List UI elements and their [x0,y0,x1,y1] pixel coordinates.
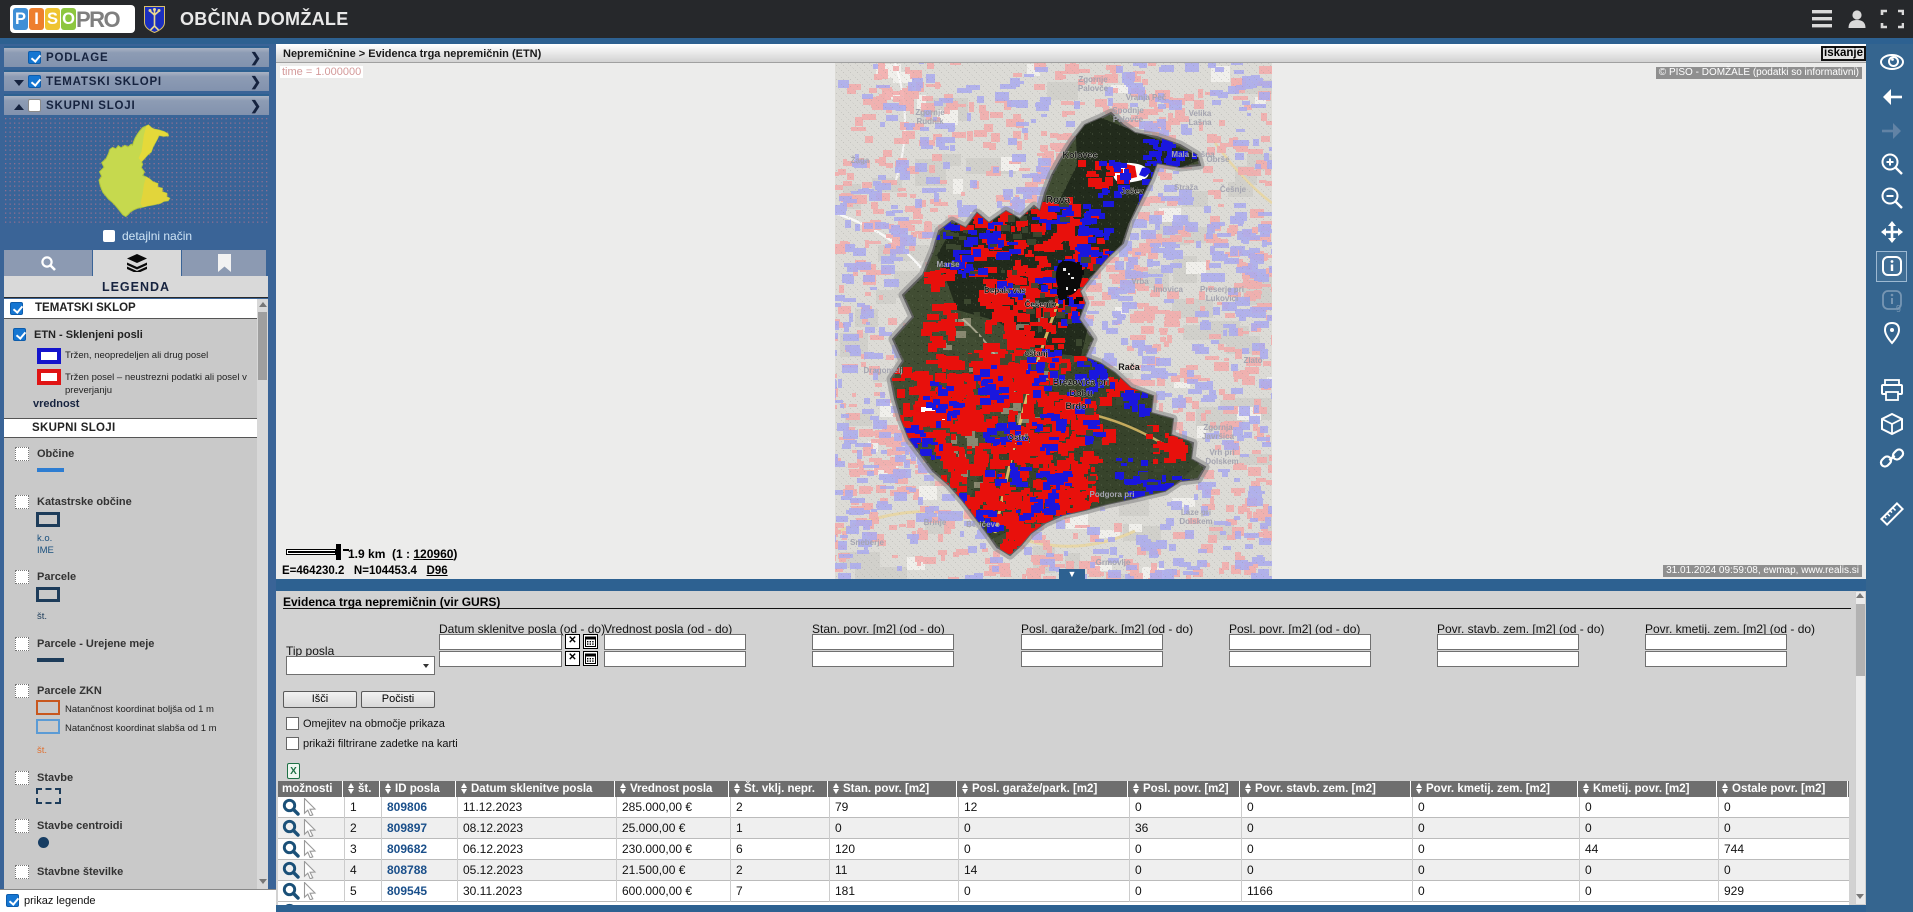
svg-text:Dobu: Dobu [1070,388,1093,398]
svg-text:Ostrž: Ostrž [1008,433,1028,442]
svg-text:Laze pri: Laze pri [1181,508,1211,517]
svg-text:Rudnik: Rudnik [916,117,944,126]
svg-text:Vranja Peč: Vranja Peč [1126,93,1167,102]
svg-text:Sneberje: Sneberje [850,538,884,547]
svg-text:Brinje: Brinje [924,518,947,527]
svg-text:Beričevo: Beričevo [966,520,1000,529]
svg-text:Podgora pri: Podgora pri [1090,490,1135,499]
svg-text:Kolovec: Kolovec [1062,150,1097,160]
svg-text:Marše: Marše [936,260,960,269]
svg-text:Palovče: Palovče [1113,115,1144,124]
svg-text:Dolskem: Dolskem [1205,457,1238,466]
svg-text:Češnje: Češnje [1220,185,1247,194]
svg-text:Brezovica pri: Brezovica pri [1053,377,1110,387]
svg-text:Češenik: Češenik [1025,300,1056,309]
svg-text:Rača: Rača [1118,362,1141,372]
svg-text:Grmovlje: Grmovlje [1096,558,1131,567]
svg-text:Brdo: Brdo [1066,401,1087,411]
svg-text:Zgornje: Zgornje [915,108,945,117]
svg-text:Jošev: Jošev [1121,187,1144,196]
svg-text:Rova: Rova [1046,195,1071,206]
svg-text:g: g [1896,302,1901,312]
svg-text:Vrh pri: Vrh pri [1209,448,1234,457]
svg-text:Žaga: Žaga [851,156,870,165]
svg-text:Preserje pri: Preserje pri [1200,285,1244,294]
svg-text:Spodnje: Spodnje [1112,106,1144,115]
svg-text:Obrše: Obrše [1206,155,1230,164]
svg-text:Velika: Velika [1189,109,1212,118]
svg-text:Dolskem: Dolskem [1179,517,1212,526]
svg-text:Palovče: Palovče [1078,84,1109,93]
svg-text:Zgornje: Zgornje [1078,75,1108,84]
svg-text:Zlato: Zlato [1243,356,1262,365]
svg-text:Javršica: Javršica [1202,432,1235,441]
svg-text:Dragomelj: Dragomelj [863,366,902,375]
svg-text:Straža: Straža [1174,183,1199,192]
svg-text:Vrba: Vrba [1131,277,1149,286]
svg-text:Zgornja: Zgornja [1203,423,1233,432]
svg-text:Depala vas: Depala vas [984,286,1026,295]
svg-text:Lukovici: Lukovici [1206,294,1238,303]
svg-text:Lašna: Lašna [1188,118,1212,127]
svg-text:oštanj: oštanj [1024,349,1048,358]
svg-text:Imovica: Imovica [1153,285,1183,294]
